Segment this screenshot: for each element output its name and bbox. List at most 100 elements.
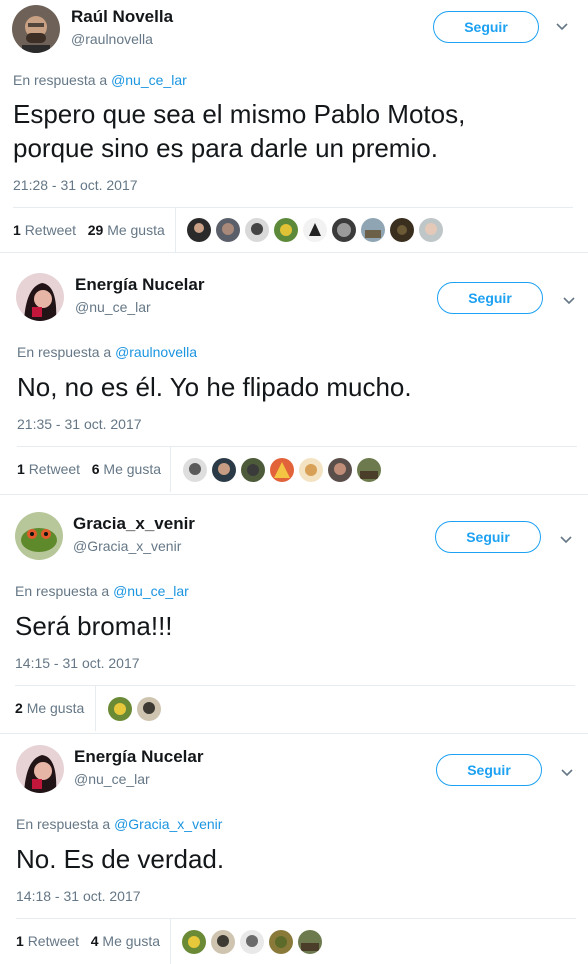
display-name[interactable]: Energía Nucelar [74,747,203,767]
divider [175,207,176,253]
liker-avatar[interactable] [241,458,265,482]
follow-button[interactable]: Seguir [433,11,539,43]
reply-prefix: En respuesta a [13,72,108,88]
reply-mention-link[interactable]: @Gracia_x_venir [114,816,222,832]
reply-context: En respuesta a @Gracia_x_venir [16,816,222,832]
liker-avatar[interactable] [211,930,235,954]
liker-avatar[interactable] [270,458,294,482]
retweet-count: 1 [16,933,24,949]
tweet-text: No, no es él. Yo he flipado mucho. [17,370,577,404]
tweet-text-line: No, no es él. Yo he flipado mucho. [17,372,412,402]
liker-avatar[interactable] [332,218,356,242]
tweet-timestamp[interactable]: 14:18 - 31 oct. 2017 [16,888,141,904]
liker-avatar[interactable] [390,218,414,242]
liker-avatar[interactable] [216,218,240,242]
tweet: Energía Nucelar @nu_ce_lar Seguir En res… [0,268,588,498]
liker-avatar[interactable] [419,218,443,242]
follow-button[interactable]: Seguir [436,754,542,786]
display-name[interactable]: Energía Nucelar [75,275,204,295]
tweet-timestamp[interactable]: 21:28 - 31 oct. 2017 [13,177,138,193]
liker-avatar[interactable] [137,697,161,721]
tweet-stats: 2 Me gusta [15,700,84,716]
tweet-stats: 1 Retweet 4 Me gusta [16,933,160,949]
reply-prefix: En respuesta a [15,583,110,599]
likers-avatars [182,930,332,954]
reply-prefix: En respuesta a [17,344,112,360]
likes-count: 2 [15,700,23,716]
liker-avatar[interactable] [298,930,322,954]
user-handle[interactable]: @Gracia_x_venir [73,538,181,554]
chevron-down-icon[interactable] [561,292,577,308]
tweet: Energía Nucelar @nu_ce_lar Seguir En res… [0,740,588,964]
tweet-timestamp[interactable]: 14:15 - 31 oct. 2017 [15,655,140,671]
retweet-stat[interactable]: 1 Retweet [16,933,79,949]
liker-avatar[interactable] [303,218,327,242]
reply-context: En respuesta a @raulnovella [17,344,197,360]
likes-stat[interactable]: 4 Me gusta [91,933,160,949]
retweet-label: Retweet [27,933,80,949]
reply-context: En respuesta a @nu_ce_lar [15,583,189,599]
liker-avatar[interactable] [187,218,211,242]
likes-label: Me gusta [107,222,165,238]
display-name[interactable]: Raúl Novella [71,7,173,27]
likes-stat[interactable]: 2 Me gusta [15,700,84,716]
chevron-down-icon[interactable] [558,531,574,547]
chevron-down-icon[interactable] [554,18,570,34]
retweet-label: Retweet [24,222,77,238]
likes-stat[interactable]: 29 Me gusta [88,222,165,238]
retweet-label: Retweet [28,461,81,477]
divider [13,207,573,208]
liker-avatar[interactable] [269,930,293,954]
liker-avatar[interactable] [183,458,207,482]
liker-avatar[interactable] [108,697,132,721]
liker-avatar[interactable] [212,458,236,482]
liker-avatar[interactable] [357,458,381,482]
retweet-stat[interactable]: 1 Retweet [13,222,76,238]
tweet-text: Será broma!!! [15,609,575,643]
liker-avatar[interactable] [361,218,385,242]
tweet-divider [0,733,588,734]
tweet-text: No. Es de verdad. [16,842,576,876]
reply-prefix: En respuesta a [16,816,111,832]
tweet-text-line: porque sino es para darle un premio. [13,133,438,163]
likes-count: 4 [90,933,99,949]
likes-stat[interactable]: 6 Me gusta [92,461,161,477]
user-handle[interactable]: @nu_ce_lar [74,771,150,787]
retweet-count: 1 [13,222,21,238]
divider [17,446,577,447]
avatar[interactable] [16,745,64,793]
reply-mention-link[interactable]: @nu_ce_lar [111,72,187,88]
chevron-down-icon[interactable] [559,764,575,780]
follow-button[interactable]: Seguir [437,282,543,314]
likes-count: 6 [91,461,100,477]
liker-avatar[interactable] [245,218,269,242]
liker-avatar[interactable] [328,458,352,482]
tweet-text-line: Será broma!!! [15,611,173,641]
liker-avatar[interactable] [299,458,323,482]
avatar[interactable] [16,273,64,321]
reply-mention-link[interactable]: @nu_ce_lar [113,583,189,599]
follow-button[interactable]: Seguir [435,521,541,553]
divider [170,446,171,492]
display-name[interactable]: Gracia_x_venir [73,514,195,534]
liker-avatar[interactable] [182,930,206,954]
tweet-text: Espero que sea el mismo Pablo Motos, por… [13,97,573,165]
reply-mention-link[interactable]: @raulnovella [115,344,197,360]
likes-label: Me gusta [26,700,85,716]
liker-avatar[interactable] [240,930,264,954]
avatar[interactable] [15,512,63,560]
tweet-divider [0,494,588,495]
tweet: Raúl Novella @raulnovella Seguir En resp… [0,0,588,262]
user-handle[interactable]: @raulnovella [71,31,153,47]
divider [16,918,576,919]
tweet-stats: 1 Retweet 6 Me gusta [17,461,161,477]
tweet-timestamp[interactable]: 21:35 - 31 oct. 2017 [17,416,142,432]
likes-count: 29 [87,222,104,238]
avatar[interactable] [12,5,60,53]
likers-avatars [108,697,168,721]
user-handle[interactable]: @nu_ce_lar [75,299,151,315]
reply-context: En respuesta a @nu_ce_lar [13,72,187,88]
retweet-stat[interactable]: 1 Retweet [17,461,80,477]
tweet-text-line: No. Es de verdad. [16,844,225,874]
liker-avatar[interactable] [274,218,298,242]
